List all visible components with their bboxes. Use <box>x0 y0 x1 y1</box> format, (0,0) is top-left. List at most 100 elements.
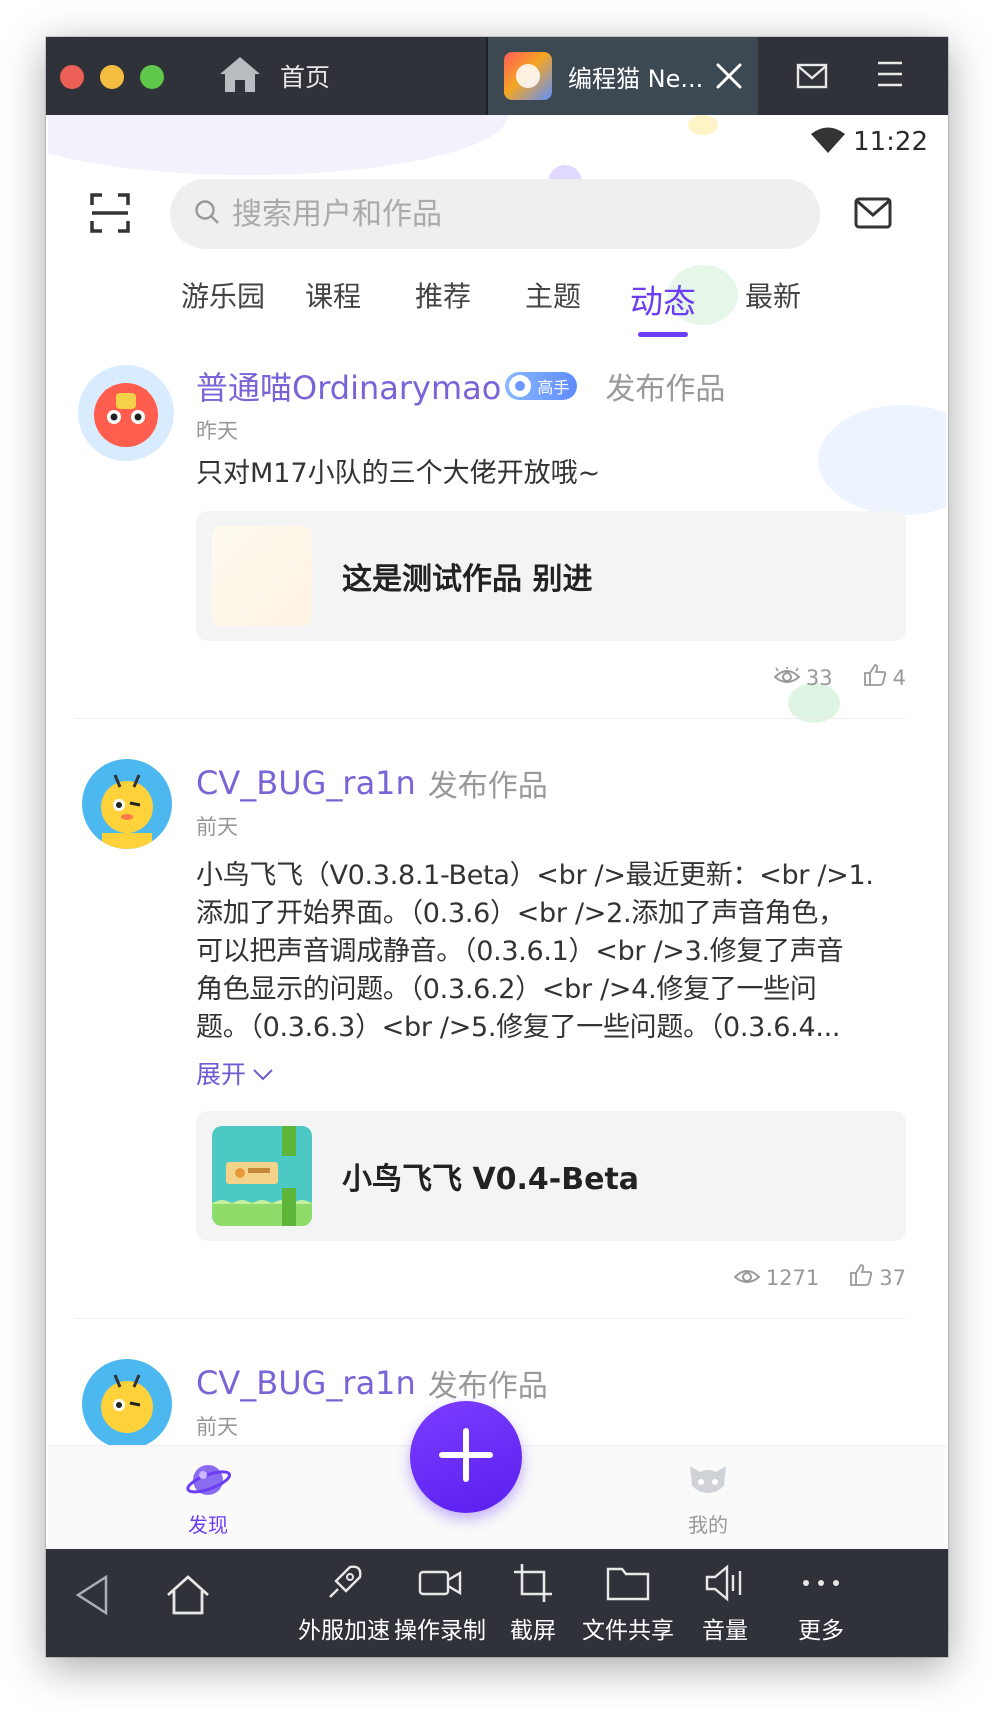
like-count[interactable]: 37 <box>849 1263 906 1292</box>
toolbar-volume[interactable]: 音量 <box>690 1555 760 1645</box>
tab-recommend[interactable]: 推荐 <box>388 275 498 337</box>
view-count: 33 <box>773 663 833 692</box>
tab-feed[interactable]: 动态 <box>608 275 718 337</box>
avatar[interactable] <box>82 759 172 849</box>
emulator-toolbar: 外服加速 操作录制 截屏 文件共享 音量 更多 <box>46 1549 948 1657</box>
create-button[interactable] <box>410 1401 522 1513</box>
username[interactable]: CV_BUG_ra1n <box>196 764 416 802</box>
like-count-value: 4 <box>892 665 906 690</box>
expand-label: 展开 <box>196 1060 247 1089</box>
nav-mine-label: 我的 <box>688 1513 728 1537</box>
post-header: 普通喵Ordinarymao 高手 发布作品 <box>196 363 906 409</box>
post-text-line: 角色显示的问题。（0.3.6.2）<br />4.修复了一些问 <box>196 974 817 1005</box>
work-thumbnail <box>212 1126 312 1226</box>
view-count-value: 1271 <box>765 1265 820 1290</box>
post-stats: 33 4 <box>196 663 906 692</box>
expand-link[interactable]: 展开 <box>196 1055 274 1091</box>
emulator-window: 首页 编程猫 Ne... 11:22 搜索用户和作品 游乐园 课程 推荐 主题 … <box>46 37 948 1657</box>
toolbar-record[interactable]: 操作录制 <box>392 1555 488 1645</box>
mail-icon[interactable] <box>796 62 828 94</box>
emulator-title-bar: 首页 编程猫 Ne... <box>46 37 948 115</box>
back-button[interactable] <box>72 1573 112 1623</box>
avatar[interactable] <box>82 1359 172 1449</box>
badge-label: 高手 <box>537 378 570 397</box>
home-button[interactable] <box>164 1573 212 1623</box>
phone-screen: 11:22 游乐园 课程 推荐 主题 动态 最新 <box>48 115 946 1549</box>
post-header: CV_BUG_ra1n 发布作品 <box>196 761 906 805</box>
tab-courses[interactable]: 课程 <box>278 275 388 337</box>
video-camera-icon <box>392 1555 488 1611</box>
house-icon <box>218 54 262 98</box>
rank-badge: 高手 <box>505 372 578 400</box>
home-tab[interactable]: 首页 <box>218 51 330 101</box>
nav-discover[interactable]: 发现 <box>168 1456 248 1538</box>
rocket-icon <box>296 1555 392 1611</box>
scan-icon[interactable] <box>90 193 130 237</box>
search-icon <box>194 199 220 229</box>
status-bar: 11:22 <box>48 115 946 165</box>
chevron-down-icon <box>252 1059 274 1088</box>
app-favicon-icon <box>504 52 552 100</box>
work-title: 小鸟飞飞 V0.4-Beta <box>342 1162 640 1197</box>
folder-icon <box>580 1555 676 1611</box>
avatar[interactable] <box>78 365 174 461</box>
view-count: 1271 <box>733 1263 820 1292</box>
tab-topics[interactable]: 主题 <box>498 275 608 337</box>
close-icon[interactable] <box>712 59 746 93</box>
category-tabs: 游乐园 课程 推荐 主题 动态 最新 <box>168 275 828 337</box>
post-text-line: 小鸟飞飞（V0.3.8.1-Beta）<br />最近更新：<br />1. <box>196 860 874 891</box>
username[interactable]: CV_BUG_ra1n <box>196 1364 416 1402</box>
thumbs-up-icon <box>863 663 887 692</box>
tab-playground[interactable]: 游乐园 <box>168 275 278 337</box>
home-icon <box>164 1575 212 1623</box>
nav-mine[interactable]: 我的 <box>668 1456 748 1538</box>
work-thumbnail <box>212 526 312 626</box>
search-bar[interactable] <box>170 179 820 249</box>
home-tab-label: 首页 <box>280 63 331 92</box>
feed-post: CV_BUG_ra1n 发布作品 前天 小鸟飞飞（V0.3.8.1-Beta）<… <box>48 719 946 1292</box>
post-action: 发布作品 <box>605 372 726 407</box>
close-window-button[interactable] <box>60 65 84 89</box>
wifi-icon <box>810 127 846 159</box>
toolbar-file-share-label: 文件共享 <box>582 1618 674 1644</box>
toolbar-accelerate[interactable]: 外服加速 <box>296 1555 392 1645</box>
work-card[interactable]: 小鸟飞飞 V0.4-Beta <box>196 1111 906 1241</box>
crop-icon <box>498 1555 568 1611</box>
speaker-icon <box>690 1555 760 1611</box>
toolbar-screenshot[interactable]: 截屏 <box>498 1555 568 1645</box>
maximize-window-button[interactable] <box>140 65 164 89</box>
toolbar-more-label: 更多 <box>798 1618 844 1644</box>
post-text: 小鸟飞飞（V0.3.8.1-Beta）<br />最近更新：<br />1. 添… <box>196 857 906 1047</box>
menu-icon[interactable] <box>876 59 904 93</box>
post-time: 昨天 <box>196 419 238 443</box>
toolbar-more[interactable]: 更多 <box>786 1555 856 1645</box>
post-time: 前天 <box>196 815 238 839</box>
app-tab[interactable]: 编程猫 Ne... <box>488 37 758 115</box>
thumbs-up-icon <box>849 1263 873 1292</box>
tab-latest[interactable]: 最新 <box>718 275 828 337</box>
minimize-window-button[interactable] <box>100 65 124 89</box>
eye-icon <box>733 1266 761 1290</box>
mail-icon[interactable] <box>854 197 892 233</box>
view-count-value: 33 <box>805 665 833 690</box>
status-time: 11:22 <box>853 127 928 157</box>
post-text-line: 添加了开始界面。（0.3.6）<br />2.添加了声音角色， <box>196 898 845 929</box>
search-input[interactable] <box>232 196 772 232</box>
cat-face-icon <box>684 1466 732 1509</box>
nav-discover-label: 发现 <box>188 1513 228 1537</box>
planet-icon <box>184 1465 232 1509</box>
post-text-line: 可以把声音调成静音。（0.3.6.1）<br />3.修复了声音 <box>196 936 844 967</box>
work-card[interactable]: 这是测试作品 别进 <box>196 511 906 641</box>
work-title: 这是测试作品 别进 <box>342 562 593 597</box>
toolbar-file-share[interactable]: 文件共享 <box>580 1555 676 1645</box>
like-count[interactable]: 4 <box>863 663 906 692</box>
plus-icon <box>438 1427 494 1487</box>
post-text: 只对M17小队的三个大佬开放哦~ <box>196 458 601 489</box>
toolbar-record-label: 操作录制 <box>394 1618 486 1644</box>
back-triangle-icon <box>72 1574 112 1623</box>
toolbar-screenshot-label: 截屏 <box>510 1618 556 1644</box>
shield-icon <box>509 375 532 397</box>
post-stats: 1271 37 <box>196 1263 906 1292</box>
feed-list: 普通喵Ordinarymao 高手 发布作品 昨天 只对M17小队的三个大佬开放… <box>48 353 946 1449</box>
username[interactable]: 普通喵Ordinarymao <box>196 363 501 409</box>
